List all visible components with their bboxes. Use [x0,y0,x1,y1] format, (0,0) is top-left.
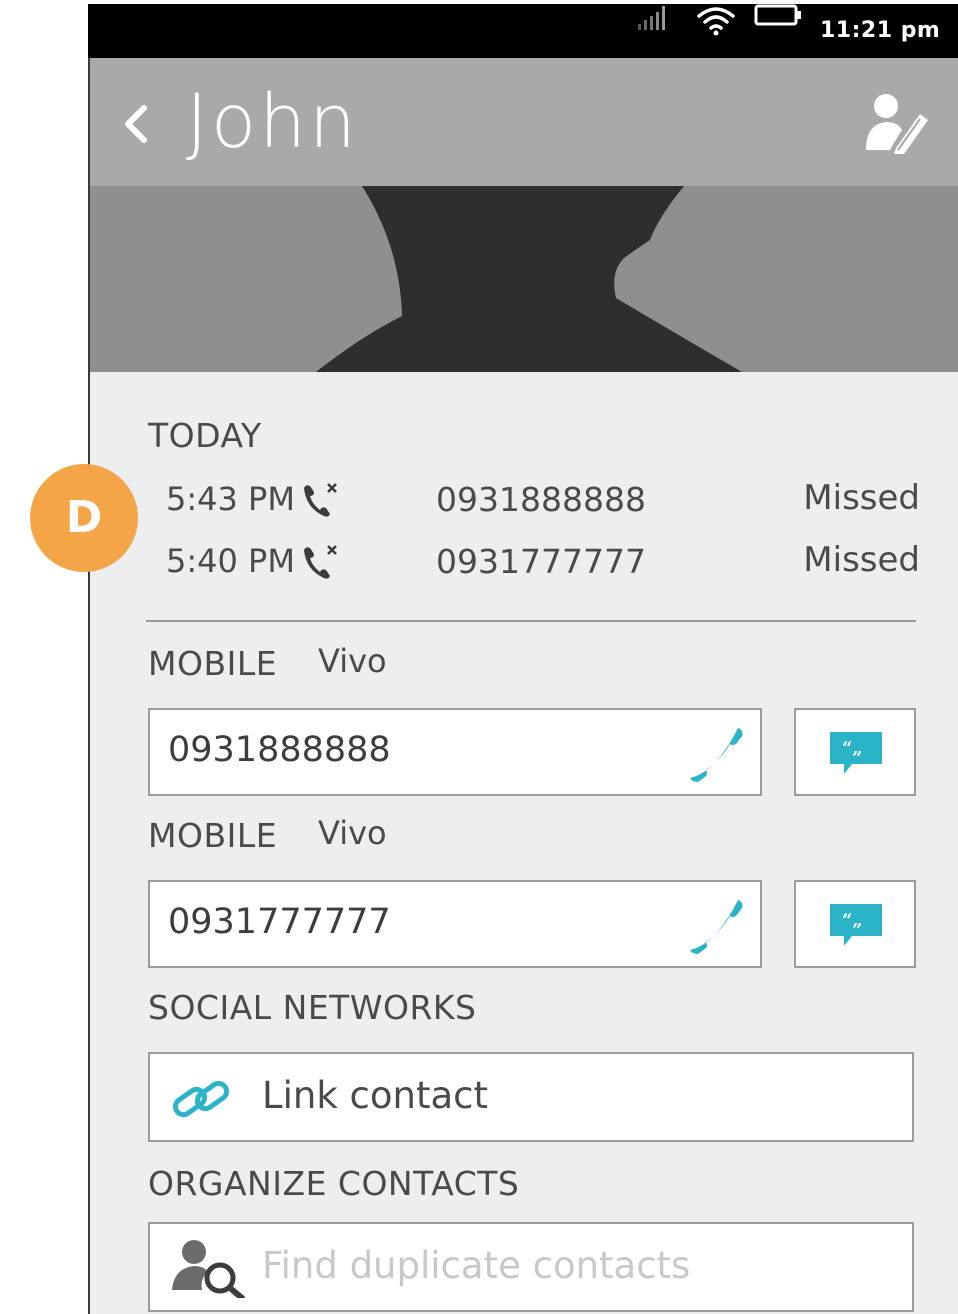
find-duplicates-button[interactable]: Find duplicate contacts [148,1222,914,1312]
phone-icon[interactable] [686,896,746,956]
silhouette-image [316,186,742,372]
link-contact-button[interactable]: Link contact [148,1052,914,1142]
battery-icon [754,4,801,26]
phone-icon[interactable] [686,724,746,784]
wifi-icon [697,7,735,36]
phone-type-label: MOBILE [148,816,278,855]
contact-header: John [90,58,958,186]
call-status: Missed [803,540,920,580]
svg-text:“„: “„ [842,738,863,759]
link-contact-label: Link contact [262,1074,488,1117]
call-number: 0931888888 [436,480,646,519]
sms-button[interactable]: “„ [794,880,916,968]
annotation-badge: D [30,464,138,572]
page-title: John [186,79,359,165]
find-duplicates-icon [172,1240,245,1298]
call-log-label: TODAY [148,416,262,455]
status-bar: 11:21 pm [88,4,958,58]
phone-number: 0931888888 [168,730,391,770]
call-status: Missed [803,478,920,518]
contact-details: TODAY 5:43 PM 0931888888 Missed 5:40 PM … [90,372,958,1314]
svg-text:“„: “„ [842,910,863,931]
sms-button[interactable]: “„ [794,708,916,796]
edit-contact-icon[interactable] [862,92,930,154]
link-icon [172,1080,230,1118]
social-networks-label: SOCIAL NETWORKS [148,988,477,1027]
missed-call-icon [304,545,337,579]
find-duplicates-label: Find duplicate contacts [262,1244,691,1287]
call-time: 5:43 PM [166,480,295,518]
contact-photo [90,186,958,372]
phone-carrier: Vivo [318,642,387,680]
signal-icon [638,6,665,30]
call-number: 0931777777 [436,542,646,581]
message-icon: “„ [830,904,882,946]
message-icon: “„ [830,732,882,774]
chevron-left-icon[interactable] [118,102,154,146]
phone-carrier: Vivo [318,814,387,852]
organize-contacts-label: ORGANIZE CONTACTS [148,1164,520,1203]
phone-number: 0931777777 [168,902,391,942]
phone-number-field[interactable]: 0931777777 [148,880,762,968]
divider [146,620,916,622]
clock-time: 11:21 pm [820,18,941,43]
missed-call-icon [304,483,337,517]
phone-number-field[interactable]: 0931888888 [148,708,762,796]
call-time: 5:40 PM [166,542,295,580]
phone-type-label: MOBILE [148,644,278,683]
